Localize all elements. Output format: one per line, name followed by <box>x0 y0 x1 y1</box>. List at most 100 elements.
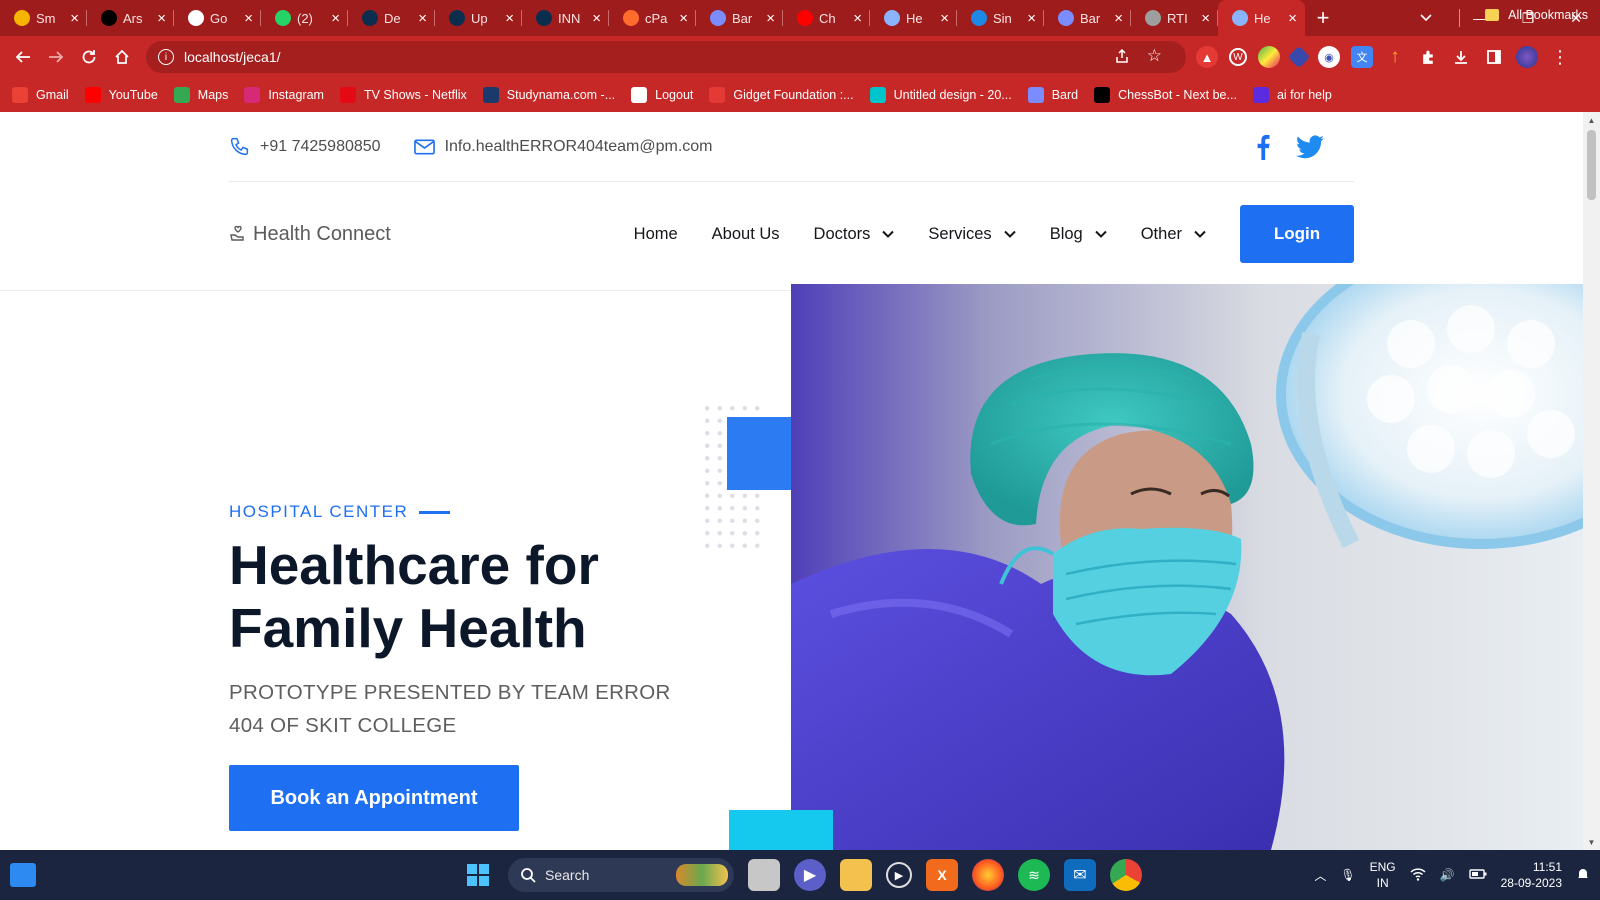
facebook-icon[interactable] <box>1256 134 1270 160</box>
wifi-icon[interactable] <box>1410 867 1426 884</box>
bookmark-item[interactable]: TV Shows - Netflix <box>339 87 467 103</box>
nav-item-doctors[interactable]: Doctors <box>814 225 895 244</box>
bookmark-item[interactable]: Maps <box>173 87 228 103</box>
scroll-up-icon[interactable]: ▲ <box>1583 112 1600 128</box>
bookmark-item[interactable]: Gidget Foundation :... <box>709 87 854 103</box>
tray-chevron-icon[interactable]: ︿ <box>1314 867 1326 884</box>
nav-item-services[interactable]: Services <box>928 225 1016 244</box>
browser-tab[interactable]: Ars × <box>87 0 174 36</box>
reload-icon[interactable] <box>72 41 105 74</box>
close-tab-icon[interactable]: × <box>157 10 166 27</box>
browser-tab[interactable]: Bar × <box>696 0 783 36</box>
bookmark-item[interactable]: Untitled design - 20... <box>869 87 1012 103</box>
bookmark-item[interactable]: Gmail <box>12 87 69 103</box>
widgets-icon[interactable] <box>10 863 36 887</box>
bookmark-item[interactable]: Bard <box>1027 87 1078 103</box>
extensions-puzzle-icon[interactable] <box>1417 46 1439 68</box>
volume-icon[interactable]: 🔊 <box>1440 868 1455 882</box>
extension-arrow-up-icon[interactable]: ↑ <box>1384 46 1406 68</box>
close-tab-icon[interactable]: × <box>505 10 514 27</box>
address-bar[interactable]: i localhost/jeca1/ ☆ <box>146 41 1186 73</box>
extension-diamond-icon[interactable] <box>1287 45 1311 69</box>
browser-tab[interactable]: He × <box>1218 0 1305 36</box>
browser-tab[interactable]: Sm × <box>0 0 87 36</box>
close-tab-icon[interactable]: × <box>940 10 949 27</box>
browser-tab[interactable]: Ch × <box>783 0 870 36</box>
browser-tab[interactable]: cPa × <box>609 0 696 36</box>
side-panel-icon[interactable] <box>1483 46 1505 68</box>
twitter-icon[interactable] <box>1296 134 1324 159</box>
spotify-icon[interactable]: ≋ <box>1018 859 1050 891</box>
nav-item-about-us[interactable]: About Us <box>712 225 780 244</box>
site-logo[interactable]: Health Connect <box>229 223 391 246</box>
close-tab-icon[interactable]: × <box>70 10 79 27</box>
close-tab-icon[interactable]: × <box>418 10 427 27</box>
site-info-icon[interactable]: i <box>158 49 174 65</box>
browser-tab[interactable]: Bar × <box>1044 0 1131 36</box>
bookmark-item[interactable]: Instagram <box>244 87 324 103</box>
battery-icon[interactable] <box>1468 868 1487 883</box>
close-tab-icon[interactable]: × <box>592 10 601 27</box>
extension-w-icon[interactable]: W <box>1229 48 1247 66</box>
back-icon[interactable] <box>6 41 39 74</box>
scroll-down-icon[interactable]: ▼ <box>1583 834 1600 850</box>
close-tab-icon[interactable]: × <box>244 10 253 27</box>
address-url[interactable]: localhost/jeca1/ <box>184 49 281 65</box>
bookmark-item[interactable]: ChessBot - Next be... <box>1094 87 1237 103</box>
browser-tab[interactable]: RTI × <box>1131 0 1218 36</box>
teams-chat-icon[interactable]: ▶ <box>794 859 826 891</box>
nav-item-other[interactable]: Other <box>1141 225 1206 244</box>
scroll-thumb[interactable] <box>1587 130 1596 200</box>
tab-search-chevron-icon[interactable] <box>1408 0 1444 36</box>
close-tab-icon[interactable]: × <box>1114 10 1123 27</box>
share-icon[interactable] <box>1114 48 1130 68</box>
close-tab-icon[interactable]: × <box>1201 10 1210 27</box>
browser-tab[interactable]: De × <box>348 0 435 36</box>
nav-item-home[interactable]: Home <box>634 225 678 244</box>
browser-tab[interactable]: He × <box>870 0 957 36</box>
file-explorer-icon[interactable] <box>840 859 872 891</box>
taskbar-search[interactable]: Search <box>508 858 734 892</box>
notifications-icon[interactable] <box>1576 867 1590 884</box>
login-button[interactable]: Login <box>1240 205 1354 263</box>
downloads-icon[interactable] <box>1450 46 1472 68</box>
mail-app-icon[interactable]: ✉ <box>1064 859 1096 891</box>
all-bookmarks-button[interactable]: All Bookmarks <box>1485 8 1588 22</box>
start-windows-icon[interactable] <box>462 859 494 891</box>
extension-color-icon[interactable] <box>1258 46 1280 68</box>
microphone-icon[interactable]: 🎙 <box>1340 868 1355 882</box>
close-tab-icon[interactable]: × <box>1027 10 1036 27</box>
close-tab-icon[interactable]: × <box>1288 10 1297 27</box>
clock[interactable]: 11:51 28-09-2023 <box>1501 859 1562 891</box>
close-tab-icon[interactable]: × <box>331 10 340 27</box>
browser-tab[interactable]: INN × <box>522 0 609 36</box>
book-appointment-button[interactable]: Book an Appointment <box>229 765 519 831</box>
language-indicator[interactable]: ENG IN <box>1370 859 1396 891</box>
browser-menu-icon[interactable]: ⋮ <box>1549 46 1571 68</box>
browser-tab[interactable]: Sin × <box>957 0 1044 36</box>
phone-contact[interactable]: +91 7425980850 <box>229 136 381 157</box>
forward-icon[interactable] <box>39 41 72 74</box>
browser-tab[interactable]: (2) × <box>261 0 348 36</box>
task-view-icon[interactable] <box>748 859 780 891</box>
chrome-icon[interactable] <box>1110 859 1142 891</box>
new-tab-button[interactable]: + <box>1305 0 1341 36</box>
extension-shield-icon[interactable]: ▲ <box>1196 46 1218 68</box>
xampp-icon[interactable]: X <box>926 859 958 891</box>
media-player-icon[interactable]: ▶ <box>886 862 912 888</box>
extension-eye-icon[interactable]: ◉ <box>1318 46 1340 68</box>
bookmark-item[interactable]: ai for help <box>1252 87 1332 103</box>
home-icon[interactable] <box>105 41 138 74</box>
bookmark-star-icon[interactable]: ☆ <box>1147 46 1162 66</box>
translate-extension-icon[interactable]: 文 <box>1351 46 1373 68</box>
bookmark-item[interactable]: Studynama.com -... <box>482 87 615 103</box>
bookmark-item[interactable]: Logout <box>631 87 693 103</box>
close-tab-icon[interactable]: × <box>679 10 688 27</box>
close-tab-icon[interactable]: × <box>766 10 775 27</box>
email-contact[interactable]: Info.healthERROR404team@pm.com <box>413 138 713 156</box>
browser-tab[interactable]: Up × <box>435 0 522 36</box>
nav-item-blog[interactable]: Blog <box>1050 225 1107 244</box>
firefox-icon[interactable] <box>972 859 1004 891</box>
bookmark-item[interactable]: YouTube <box>84 87 158 103</box>
browser-tab[interactable]: Go × <box>174 0 261 36</box>
